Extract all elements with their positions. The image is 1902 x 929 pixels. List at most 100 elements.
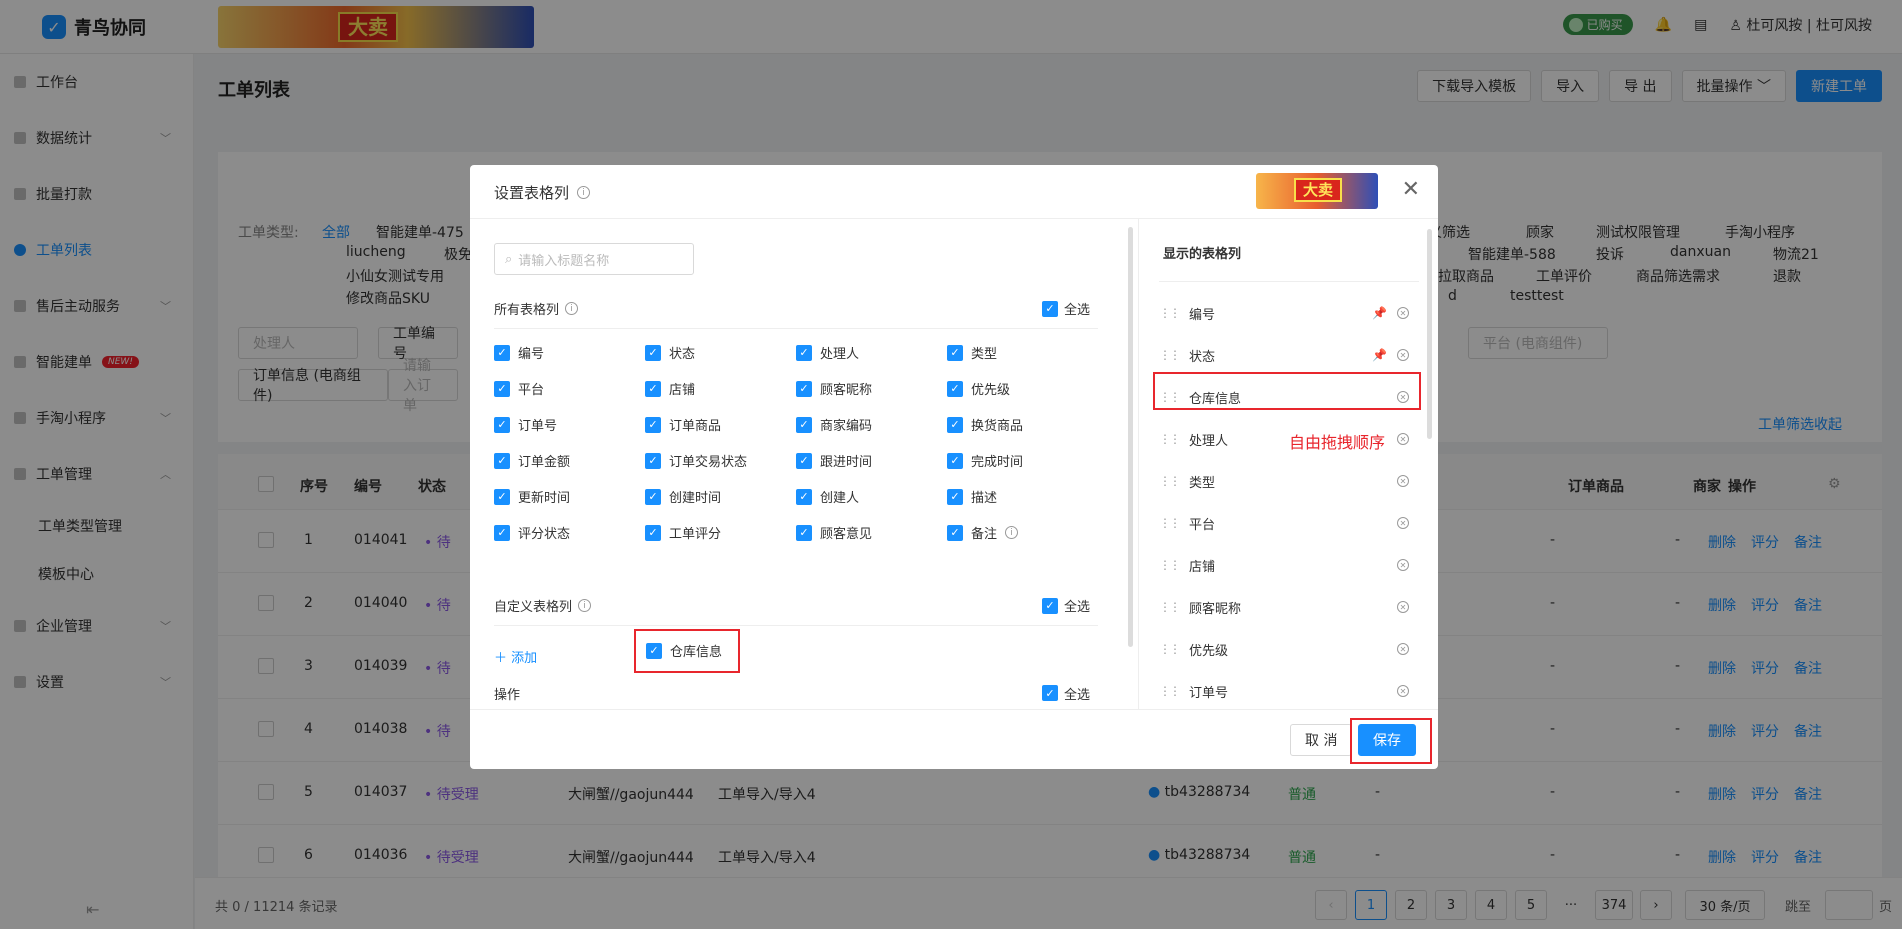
check-icon: ✓ [494, 416, 510, 433]
check-icon: ✓ [947, 344, 963, 361]
remove-icon[interactable]: ✕ [1397, 643, 1409, 655]
column-option[interactable]: ✓ 更新时间 [494, 487, 570, 506]
check-icon: ✓ [947, 524, 963, 541]
column-option[interactable]: ✓ 顾客昵称 [796, 379, 872, 398]
modal-promo-banner[interactable]: 大卖 [1256, 173, 1378, 209]
check-icon: ✓ [947, 416, 963, 433]
drag-order-note: 自由拖拽顺序 [1289, 433, 1386, 452]
column-option[interactable]: ✓ 订单金额 [494, 451, 570, 470]
pin-icon[interactable]: 📌 [1372, 306, 1387, 320]
column-settings-modal: 设置表格列 i 大卖 ✕ ⌕ 请输入标题名称 所有表格列 i ✓ 全选 ✓ 编号 ✓ 状态 ✓ 处… [470, 165, 1438, 769]
column-option[interactable]: ✓ 评分状态 [494, 523, 570, 542]
check-icon: ✓ [796, 488, 812, 505]
column-option[interactable]: ✓ 顾客意见 [796, 523, 872, 542]
scrollbar[interactable] [1427, 229, 1432, 439]
column-option[interactable]: ✓ 编号 [494, 343, 544, 362]
column-option[interactable]: ✓ 跟进时间 [796, 451, 872, 470]
column-option[interactable]: ✓ 创建时间 [645, 487, 721, 506]
check-icon: ✓ [796, 380, 812, 397]
column-option[interactable]: ✓ 完成时间 [947, 451, 1023, 470]
modal-footer: 取 消 保存 [470, 709, 1438, 769]
column-option[interactable]: ✓ 创建人 [796, 487, 859, 506]
drag-handle-icon[interactable]: ⋮⋮ [1159, 432, 1181, 446]
select-all-checkbox[interactable]: ✓ 全选 [1041, 596, 1090, 615]
check-icon: ✓ [494, 452, 510, 469]
info-icon[interactable]: i [1005, 526, 1019, 539]
drag-handle-icon[interactable]: ⋮⋮ [1159, 474, 1181, 488]
column-option[interactable]: ✓ 工单评分 [645, 523, 721, 542]
column-option[interactable]: ✓ 优先级 [947, 379, 1010, 398]
select-all-checkbox[interactable]: ✓ 全选 [1041, 684, 1090, 703]
remove-icon[interactable]: ✕ [1397, 517, 1409, 529]
remove-icon[interactable]: ✕ [1397, 433, 1409, 445]
check-icon: ✓ [645, 524, 661, 541]
drag-handle-icon[interactable]: ⋮⋮ [1159, 684, 1181, 698]
column-option[interactable]: ✓ 商家编码 [796, 415, 872, 434]
check-icon: ✓ [645, 344, 661, 361]
column-option[interactable]: ✓ 平台 [494, 379, 544, 398]
remove-icon[interactable]: ✕ [1397, 601, 1409, 613]
cancel-button[interactable]: 取 消 [1290, 724, 1353, 756]
check-icon: ✓ [796, 344, 812, 361]
shown-column-item[interactable]: ⋮⋮ 类型 ✕ [1159, 464, 1419, 498]
drag-handle-icon[interactable]: ⋮⋮ [1159, 348, 1181, 362]
all-columns-panel: ⌕ 请输入标题名称 所有表格列 i ✓ 全选 ✓ 编号 ✓ 状态 ✓ 处理人 ✓ 类型 ✓ 平台 ✓ 店铺 ✓… [470, 219, 1138, 709]
remove-icon[interactable]: ✕ [1397, 349, 1409, 361]
custom-column-option[interactable]: ✓ 仓库信息 [646, 641, 722, 660]
column-option[interactable]: ✓ 订单交易状态 [645, 451, 747, 470]
save-button[interactable]: 保存 [1358, 724, 1416, 756]
column-option[interactable]: ✓ 订单商品 [645, 415, 721, 434]
pin-icon[interactable]: 📌 [1372, 348, 1387, 362]
info-icon[interactable]: i [565, 302, 579, 315]
drag-handle-icon[interactable]: ⋮⋮ [1159, 642, 1181, 656]
check-icon: ✓ [947, 380, 963, 397]
highlight-box [1153, 372, 1421, 410]
check-icon: ✓ [947, 452, 963, 469]
close-icon[interactable]: ✕ [1402, 179, 1420, 201]
add-custom-column-link[interactable]: ＋ 添加 [494, 647, 537, 666]
column-option[interactable]: ✓ 类型 [947, 343, 997, 362]
drag-handle-icon[interactable]: ⋮⋮ [1159, 516, 1181, 530]
info-icon[interactable]: i [578, 599, 592, 612]
check-icon: ✓ [796, 452, 812, 469]
shown-columns-panel: 显示的表格列 ⋮⋮ 编号 📌 ✕ ⋮⋮ 状态 📌 ✕ ⋮⋮ 仓库信息 ✕ ⋮⋮ 处理人 ✕ ⋮⋮ 类型 ✕ ⋮⋮ 平… [1139, 219, 1438, 709]
column-option[interactable]: ✓ 备注 i [947, 523, 1019, 542]
remove-icon[interactable]: ✕ [1397, 559, 1409, 571]
check-icon: ✓ [1041, 685, 1058, 701]
check-icon: ✓ [494, 344, 510, 361]
drag-handle-icon[interactable]: ⋮⋮ [1159, 600, 1181, 614]
column-option[interactable]: ✓ 描述 [947, 487, 997, 506]
remove-icon[interactable]: ✕ [1397, 307, 1409, 319]
shown-column-item[interactable]: ⋮⋮ 订单号 ✕ [1159, 674, 1419, 708]
check-icon: ✓ [646, 642, 662, 659]
shown-column-item[interactable]: ⋮⋮ 顾客昵称 ✕ [1159, 590, 1419, 624]
modal-promo-banner-text: 大卖 [1294, 178, 1342, 202]
scrollbar[interactable] [1128, 227, 1133, 647]
check-icon: ✓ [645, 452, 661, 469]
remove-icon[interactable]: ✕ [1397, 685, 1409, 697]
check-icon: ✓ [645, 380, 661, 397]
column-search-input[interactable]: ⌕ 请输入标题名称 [494, 243, 694, 275]
info-icon[interactable]: i [577, 186, 591, 199]
shown-column-item[interactable]: ⋮⋮ 店铺 ✕ [1159, 548, 1419, 582]
remove-icon[interactable]: ✕ [1397, 475, 1409, 487]
check-icon: ✓ [796, 524, 812, 541]
custom-columns-section: 自定义表格列 i ✓ 全选 [494, 586, 1098, 626]
select-all-checkbox[interactable]: ✓ 全选 [1041, 299, 1090, 318]
shown-column-item[interactable]: ⋮⋮ 状态 📌 ✕ [1159, 338, 1419, 372]
drag-handle-icon[interactable]: ⋮⋮ [1159, 558, 1181, 572]
column-option[interactable]: ✓ 状态 [645, 343, 695, 362]
shown-column-item[interactable]: ⋮⋮ 编号 📌 ✕ [1159, 296, 1419, 330]
column-option[interactable]: ✓ 订单号 [494, 415, 557, 434]
divider [1159, 281, 1419, 282]
check-icon: ✓ [494, 488, 510, 505]
check-icon: ✓ [494, 380, 510, 397]
shown-column-item[interactable]: ⋮⋮ 平台 ✕ [1159, 506, 1419, 540]
drag-handle-icon[interactable]: ⋮⋮ [1159, 306, 1181, 320]
column-option[interactable]: ✓ 处理人 [796, 343, 859, 362]
shown-column-item[interactable]: ⋮⋮ 优先级 ✕ [1159, 632, 1419, 666]
all-columns-section: 所有表格列 i ✓ 全选 [494, 289, 1098, 329]
column-option[interactable]: ✓ 店铺 [645, 379, 695, 398]
column-option[interactable]: ✓ 换货商品 [947, 415, 1023, 434]
check-icon: ✓ [947, 488, 963, 505]
